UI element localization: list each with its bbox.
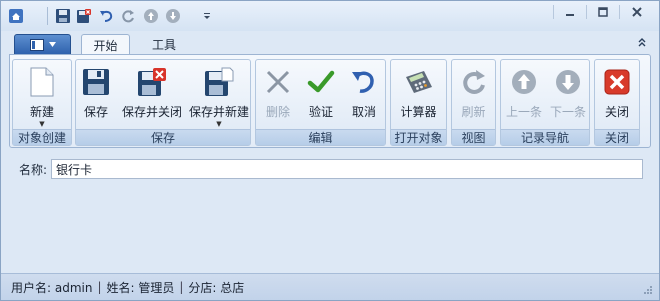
checkmark-icon [305,66,337,98]
refresh-button-label: 刷新 [461,105,486,119]
refresh-icon[interactable] [118,6,137,25]
refresh-icon [458,66,490,98]
group-create: 新建 ▼ 对象创建 [12,59,72,146]
name-field-label: 名称: [19,163,48,177]
delete-icon [262,66,294,98]
save-button[interactable]: 保存 [76,60,116,130]
validate-button-label: 验证 [308,105,333,119]
group-close-label: 关闭 [595,129,639,145]
save-icon [80,66,112,98]
resize-grip-icon[interactable] [643,284,653,294]
title-bar [1,1,659,31]
ribbon-collapse-icon[interactable] [635,35,649,49]
customize-icon[interactable] [197,6,216,25]
quick-access-divider [47,7,48,25]
close-button-label: 关闭 [604,105,629,119]
status-separator: | [97,280,102,294]
group-save-label: 保存 [76,129,250,145]
maximize-icon[interactable] [587,3,619,21]
up-icon[interactable] [141,6,160,25]
calculator-icon [403,66,435,98]
calculator-button-label: 计算器 [400,105,437,119]
down-icon[interactable] [163,6,182,25]
save-new-icon [203,66,235,98]
group-close: 关闭 关闭 [594,59,640,146]
app-window: 开始 工具 新建 ▼ 对象创建 保存 保存并关闭 保存并新建 ▼ 保存 删除 验… [0,0,660,301]
dropdown-arrow-icon: ▼ [216,120,222,128]
delete-button[interactable]: 删除 [258,60,298,130]
tab-tools[interactable]: 工具 [141,34,187,55]
group-navigation-label: 记录导航 [501,129,589,145]
name-field[interactable] [51,159,643,179]
new-document-icon [26,66,58,98]
arrow-up-circle-icon [508,66,540,98]
status-fullname: 姓名: 管理员 [106,280,175,295]
home-icon[interactable] [6,6,25,25]
previous-record-button[interactable]: 上一条 [503,60,545,130]
group-open-label: 打开对象 [391,129,446,145]
group-create-label: 对象创建 [13,129,71,145]
tab-tools-label: 工具 [151,38,176,52]
new-button[interactable]: 新建 ▼ [13,60,71,130]
status-branch: 分店: 总店 [188,280,245,295]
save-button-label: 保存 [83,105,108,119]
next-record-button[interactable]: 下一条 [547,60,589,130]
save-close-icon[interactable] [74,6,93,25]
ribbon: 新建 ▼ 对象创建 保存 保存并关闭 保存并新建 ▼ 保存 删除 验证 取消 编… [9,54,651,148]
close-button[interactable]: 关闭 [595,60,639,130]
close-icon[interactable] [621,3,653,21]
group-view: 刷新 视图 [451,59,496,146]
tab-start[interactable]: 开始 [81,34,130,55]
window-button-divider [619,5,620,19]
application-menu-button[interactable] [14,34,71,55]
group-view-label: 视图 [452,129,495,145]
save-close-button[interactable]: 保存并关闭 [120,60,184,130]
save-new-button[interactable]: 保存并新建 ▼ [188,60,250,130]
next-record-button-label: 下一条 [549,105,586,119]
dropdown-arrow-icon: ▼ [39,120,45,128]
cancel-button-label: 取消 [351,105,376,119]
save-close-icon [136,66,168,98]
ribbon-tab-row: 开始 工具 [1,31,659,55]
group-save: 保存 保存并关闭 保存并新建 ▼ 保存 [75,59,251,146]
refresh-button[interactable]: 刷新 [452,60,495,130]
save-close-button-label: 保存并关闭 [121,105,182,119]
minimize-icon[interactable] [554,3,586,21]
status-bar: 用户名: admin | 姓名: 管理员 | 分店: 总店 [1,273,659,300]
delete-button-label: 删除 [265,105,290,119]
status-username: 用户名: admin [11,280,93,295]
group-edit: 删除 验证 取消 编辑 [255,59,386,146]
new-button-label: 新建 [29,105,54,119]
form-area: 名称: [9,153,651,271]
app-menu-icon [29,38,44,51]
undo-icon [348,66,380,98]
close-icon [601,66,633,98]
arrow-down-circle-icon [552,66,584,98]
save-new-button-label: 保存并新建 [188,105,249,119]
cancel-button[interactable]: 取消 [344,60,384,130]
group-navigation: 上一条 下一条 记录导航 [500,59,590,146]
previous-record-button-label: 上一条 [505,105,542,119]
chevron-down-icon [48,42,56,47]
group-open: 计算器 打开对象 [390,59,447,146]
calculator-button[interactable]: 计算器 [391,60,446,130]
tab-start-label: 开始 [93,38,118,53]
validate-button[interactable]: 验证 [300,60,342,130]
save-icon[interactable] [53,6,72,25]
undo-icon[interactable] [97,6,116,25]
group-edit-label: 编辑 [256,129,385,145]
status-separator: | [179,280,184,294]
